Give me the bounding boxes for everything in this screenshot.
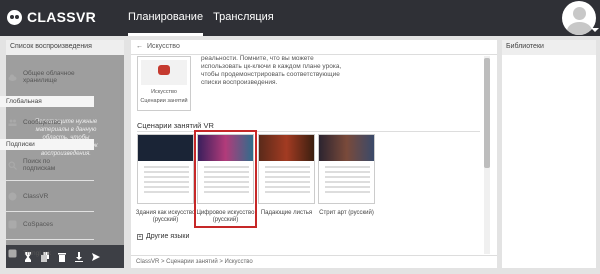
section-divider [137,131,480,132]
art-card-thumbnail [158,65,170,75]
libraries-title: Библиотеки [502,40,596,55]
community-item[interactable]: Сообщество [0,118,94,127]
other-languages-label: Другие языки [146,233,190,240]
art-card-subtitle: Сценарии занятий [140,98,188,104]
logo-text: CLASSVR [27,9,96,25]
playlist-title: Список воспроизведения [6,40,124,55]
thinglink-icon [8,249,17,258]
classvr-icon [8,192,17,201]
scenario-thumbnail [258,134,315,204]
logo-icon [7,9,22,25]
expand-icon: + [137,233,143,240]
back-label: Искусство [147,43,180,50]
selection-highlight [194,130,257,228]
tab-planning[interactable]: Планирование [128,0,204,36]
shared-storage-label: Общее облачное хранилище [23,70,75,84]
divider [0,180,94,181]
scenario-card[interactable]: Здания как искусство (русский) [136,134,195,223]
scenario-card[interactable]: Падающие листья [258,134,315,216]
community-label: Сообщество [23,119,61,126]
top-bar: CLASSVR Планирование Трансляция [0,0,600,36]
art-category-card[interactable]: Искусство Сценарии занятий [137,56,191,111]
global-section-header: Глобальная [0,96,94,107]
section-title: Сценарии занятий VR [137,121,214,130]
classvr-logo[interactable]: CLASSVR [7,9,96,25]
shared-storage-item[interactable]: Общее облачное хранилище [0,70,94,84]
library-classvr[interactable]: ClassVR [0,192,94,201]
library-thinglink[interactable]: ThingLink [0,249,94,258]
breadcrumb: ClassVR > Сценарии занятий > Искусство [131,255,497,268]
library-cospaces[interactable]: CoSpaces [0,220,94,229]
divider [0,239,94,240]
divider [0,211,94,212]
library-label: ThingLink [23,250,52,257]
subscriptions-section-header: Подписки [0,139,94,150]
back-link[interactable]: ← Искусство [131,40,497,55]
search-subscriptions-item[interactable]: Поиск по подпискам [0,158,94,172]
chevron-down-icon [591,28,599,32]
scenario-label: Падающие листья [260,210,313,216]
main-nav: Планирование Трансляция [128,0,284,36]
art-card-title: Искусство [151,89,177,95]
category-description: реальности. Помните, что вы можете испол… [201,55,342,86]
scenario-label: Здания как искусство (русский) [135,210,196,223]
scenario-card[interactable]: Стрит арт (русский) [318,134,375,216]
scenario-thumbnail [137,134,194,204]
cloud-icon [8,74,17,81]
search-icon [8,161,17,170]
user-menu[interactable] [560,0,600,36]
main-scrollbar[interactable] [484,56,490,254]
people-icon [8,119,17,126]
scenario-label: Стрит арт (русский) [319,210,374,216]
tab-broadcast[interactable]: Трансляция [213,0,274,36]
arrow-left-icon: ← [136,43,143,50]
scenario-thumbnail [318,134,375,204]
libraries-panel: Библиотеки [502,40,596,268]
scrollbar-thumb[interactable] [484,58,490,168]
other-languages-toggle[interactable]: + Другие языки [137,233,189,240]
library-label: ClassVR [23,193,49,200]
search-subscriptions-label: Поиск по подпискам [23,158,56,172]
cospaces-icon [8,220,17,229]
library-label: CoSpaces [23,221,53,228]
